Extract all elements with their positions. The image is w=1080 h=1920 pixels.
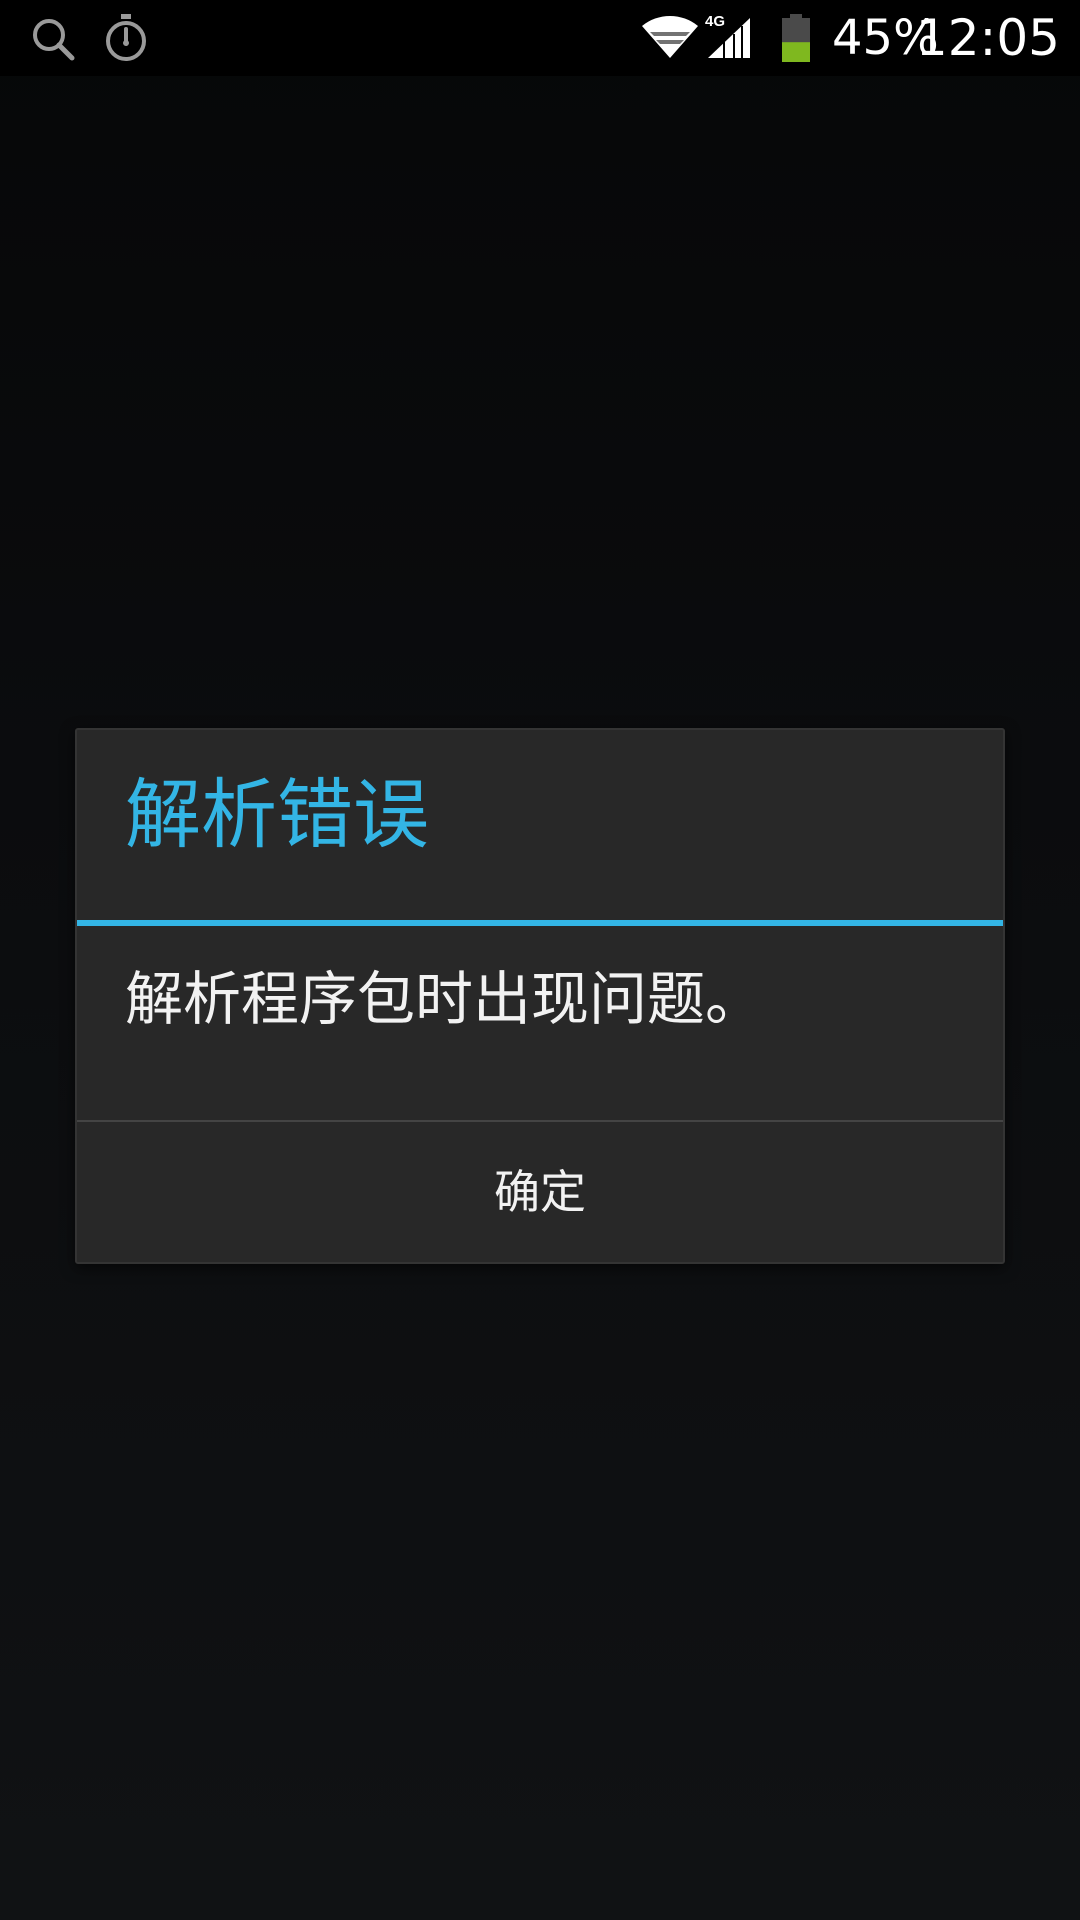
dialog-title: 解析错误 bbox=[125, 770, 429, 859]
battery-icon bbox=[782, 14, 810, 62]
network-type-label: 4G bbox=[705, 13, 725, 30]
status-bar: 4G 45% 12:05 bbox=[0, 0, 1080, 76]
ok-button[interactable]: 确定 bbox=[77, 1122, 1003, 1262]
screen: 4G 45% 12:05 解析错误 解析程序包时出现问题。 确定 bbox=[0, 0, 1080, 1920]
wifi-icon bbox=[642, 15, 698, 59]
search-icon bbox=[33, 19, 75, 61]
parse-error-dialog: 解析错误 解析程序包时出现问题。 确定 bbox=[75, 728, 1005, 1264]
stopwatch-icon bbox=[106, 14, 146, 61]
clock: 12:05 bbox=[915, 9, 1060, 67]
title-divider bbox=[77, 920, 1003, 926]
dialog-message: 解析程序包时出现问题。 bbox=[125, 965, 764, 1033]
signal-4g-icon: 4G bbox=[705, 13, 750, 58]
